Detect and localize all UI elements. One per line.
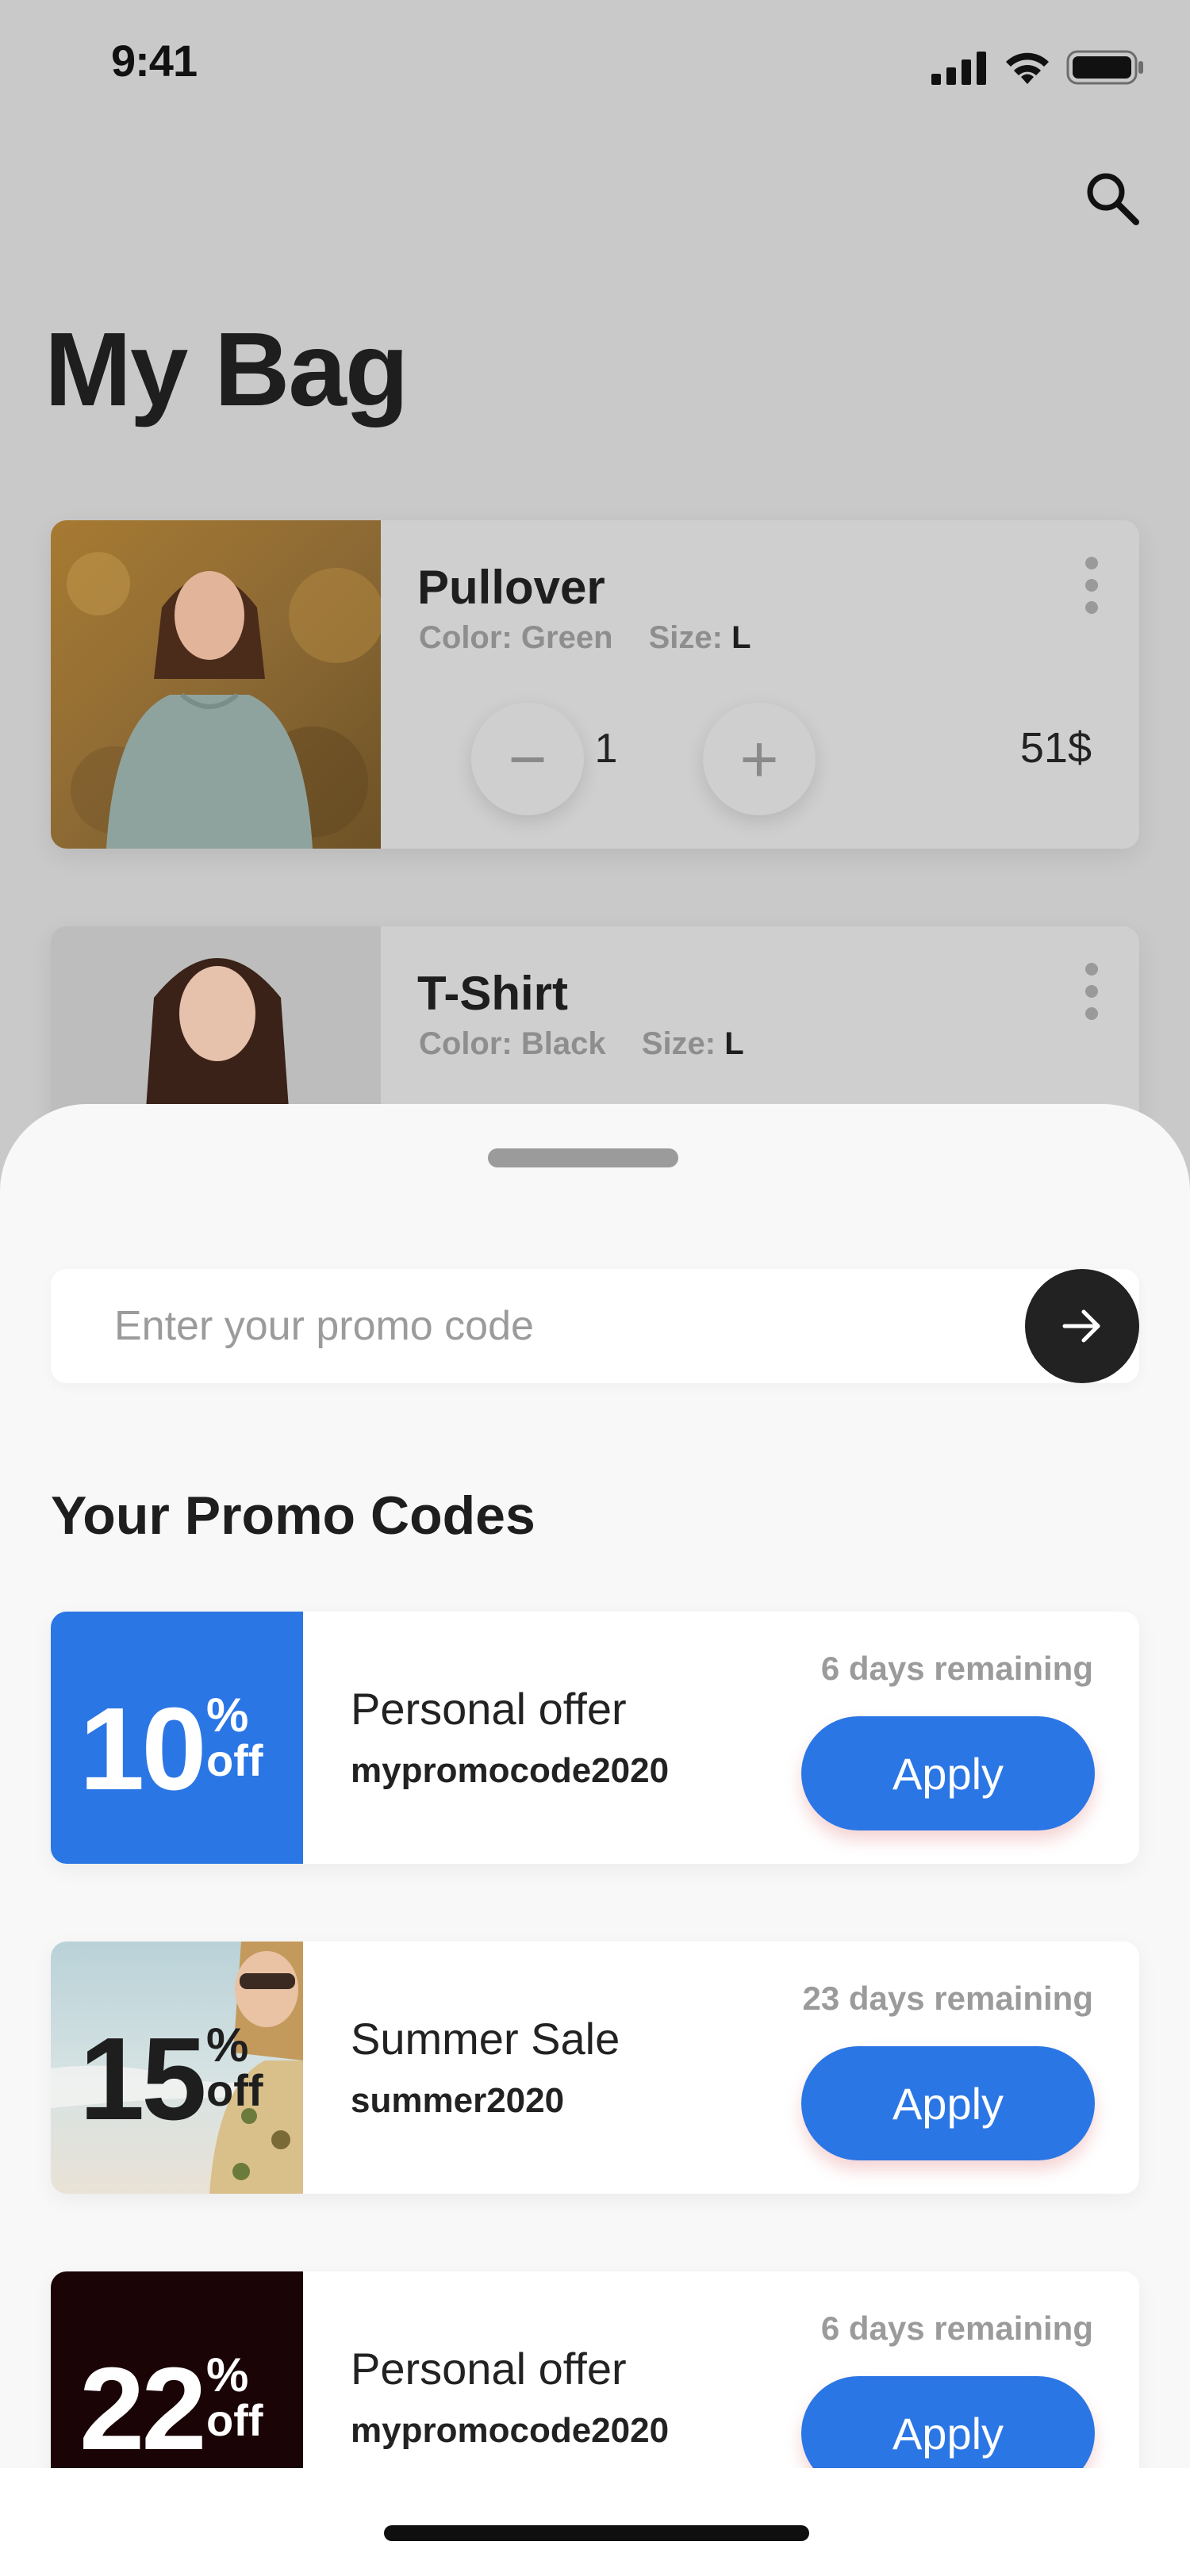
apply-button[interactable]: Apply [801, 2046, 1095, 2160]
discount-value: 22 [79, 2344, 207, 2474]
page-title: My Bag [44, 311, 409, 427]
off-label: off [206, 2065, 263, 2115]
bag-item-card[interactable]: Pullover Color: Green Size: L − 1 + 51$ [51, 520, 1139, 849]
battery-icon [1066, 50, 1143, 85]
promo-remaining: 6 days remaining [820, 1650, 1093, 1687]
product-photo [51, 520, 381, 849]
more-vertical-icon[interactable] [1085, 963, 1098, 1020]
size-label: Size: [648, 620, 723, 655]
color-label: Color: [419, 620, 512, 655]
arrow-right-icon [1062, 1309, 1100, 1343]
increase-quantity-button[interactable]: + [703, 703, 816, 815]
discount-value: 15 [79, 2014, 207, 2145]
color-value: Black [520, 1026, 606, 1061]
wifi-icon [1006, 52, 1049, 84]
decrease-quantity-button[interactable]: − [471, 703, 584, 815]
promo-code-field [51, 1269, 1139, 1383]
promo-title: Summer Sale [351, 2014, 620, 2064]
product-price: 51$ [1019, 724, 1092, 772]
promo-card[interactable]: 15 % off Summer Sale summer2020 23 days … [51, 1942, 1139, 2194]
quantity-value: 1 [594, 726, 618, 772]
home-indicator-area [0, 2468, 1190, 2576]
color-value: Green [520, 620, 613, 655]
product-name: Pullover [417, 561, 605, 614]
promo-remaining: 23 days remaining [802, 1980, 1094, 2017]
search-icon[interactable] [1081, 167, 1144, 230]
promo-code: mypromocode2020 [351, 1751, 670, 1790]
discount-badge: 10 % off [51, 1612, 303, 1864]
promo-remaining: 6 days remaining [820, 2310, 1093, 2347]
promo-section-title: Your Promo Codes [51, 1485, 536, 1546]
apply-button[interactable]: Apply [801, 1716, 1095, 1830]
signal-icon [931, 52, 986, 85]
home-indicator[interactable] [384, 2525, 809, 2541]
product-name: T-Shirt [417, 967, 568, 1020]
promo-title: Personal offer [351, 1684, 627, 1734]
promo-title: Personal offer [351, 2344, 627, 2394]
size-value: L [731, 620, 751, 655]
discount-value: 10 [79, 1684, 207, 1815]
status-icons [931, 49, 1144, 86]
percent-sign: % [206, 1689, 249, 1742]
off-label: off [206, 2395, 263, 2445]
submit-promo-button[interactable] [1025, 1269, 1139, 1383]
product-attributes: Color: Black Size: L [419, 1026, 744, 1062]
promo-card[interactable]: 10 % off Personal offer mypromocode2020 … [51, 1612, 1139, 1864]
sheet-handle[interactable] [488, 1148, 678, 1167]
off-label: off [206, 1735, 263, 1785]
promo-code-input[interactable] [51, 1269, 1003, 1383]
color-label: Color: [419, 1026, 512, 1061]
percent-sign: % [206, 2348, 249, 2402]
discount-badge: 15 % off [51, 1942, 303, 2194]
promo-bottom-sheet: Your Promo Codes 10 % off Personal offer… [0, 1104, 1190, 2576]
status-time: 9:41 [111, 36, 198, 86]
product-attributes: Color: Green Size: L [419, 620, 751, 656]
more-vertical-icon[interactable] [1085, 557, 1098, 614]
percent-sign: % [206, 2018, 249, 2072]
size-value: L [724, 1026, 744, 1061]
size-label: Size: [641, 1026, 716, 1061]
promo-code: mypromocode2020 [351, 2411, 670, 2450]
promo-code: summer2020 [351, 2081, 565, 2120]
